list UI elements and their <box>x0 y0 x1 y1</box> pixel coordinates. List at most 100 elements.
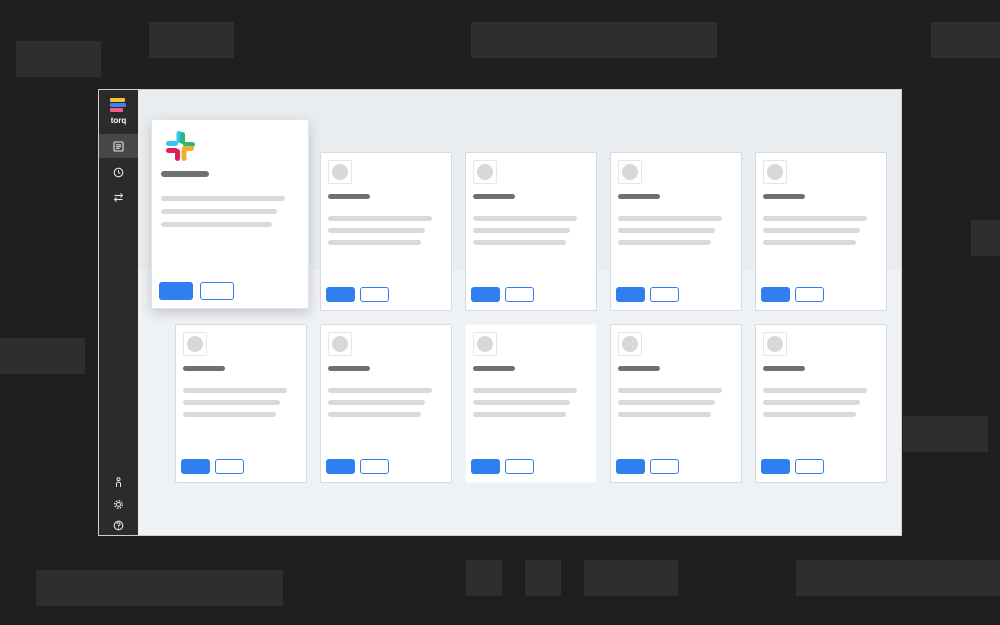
card-primary-button[interactable] <box>159 282 193 300</box>
card-text-placeholder <box>618 240 711 245</box>
sidebar-item-documents[interactable] <box>99 134 138 158</box>
card-text-placeholder <box>328 412 421 417</box>
card-secondary-button[interactable] <box>505 287 534 302</box>
gear-icon <box>114 499 123 509</box>
card-text-placeholder <box>183 412 276 417</box>
background-block <box>16 41 101 77</box>
card-icon-placeholder <box>763 332 787 356</box>
transfer-icon <box>113 192 124 202</box>
integration-card[interactable] <box>465 152 597 311</box>
card-title-placeholder <box>473 366 515 371</box>
card-text-placeholder <box>618 400 715 405</box>
card-primary-button[interactable] <box>471 459 500 474</box>
logo-bar <box>110 103 126 107</box>
card-secondary-button[interactable] <box>360 287 389 302</box>
card-text-placeholder <box>618 228 715 233</box>
slack-integration-card[interactable] <box>151 119 309 309</box>
sidebar-item-user[interactable] <box>99 470 138 494</box>
background-block <box>466 560 502 596</box>
background-block <box>584 560 678 596</box>
card-secondary-button[interactable] <box>215 459 244 474</box>
integration-card[interactable] <box>610 324 742 483</box>
card-text-placeholder <box>161 222 272 227</box>
integration-card[interactable] <box>755 324 887 483</box>
card-primary-button[interactable] <box>326 459 355 474</box>
card-text-placeholder <box>183 400 280 405</box>
card-icon-placeholder <box>473 332 497 356</box>
sidebar-item-history[interactable] <box>99 160 138 184</box>
integration-card[interactable] <box>320 324 452 483</box>
card-secondary-button[interactable] <box>650 459 679 474</box>
card-secondary-button[interactable] <box>795 287 824 302</box>
torq-logo[interactable]: torq <box>99 96 138 126</box>
card-primary-button[interactable] <box>761 459 790 474</box>
card-text-placeholder <box>328 228 425 233</box>
logo-wordmark: torq <box>110 116 127 125</box>
background-block <box>0 338 85 374</box>
card-text-placeholder <box>473 228 570 233</box>
integration-card[interactable] <box>610 152 742 311</box>
card-text-placeholder <box>161 196 285 201</box>
sidebar-item-help[interactable] <box>99 513 138 535</box>
card-icon-placeholder <box>328 332 352 356</box>
card-secondary-button[interactable] <box>360 459 389 474</box>
clock-icon <box>113 167 124 177</box>
card-secondary-button[interactable] <box>795 459 824 474</box>
card-title-placeholder <box>473 194 515 199</box>
card-icon-placeholder <box>473 160 497 184</box>
card-text-placeholder <box>328 216 432 221</box>
card-text-placeholder <box>473 412 566 417</box>
slack-logo-icon <box>166 131 195 161</box>
card-text-placeholder <box>161 209 277 214</box>
card-text-placeholder <box>618 388 722 393</box>
card-title-placeholder <box>618 194 660 199</box>
background-block <box>971 220 1000 256</box>
card-text-placeholder <box>328 400 425 405</box>
background-block <box>931 22 1000 58</box>
card-primary-button[interactable] <box>181 459 210 474</box>
card-primary-button[interactable] <box>471 287 500 302</box>
background-block <box>36 570 283 606</box>
card-text-placeholder <box>473 240 566 245</box>
logo-bar <box>110 98 125 102</box>
background-block <box>149 22 234 58</box>
help-icon <box>113 520 124 530</box>
card-title-placeholder <box>161 171 209 177</box>
card-text-placeholder <box>763 400 860 405</box>
card-text-placeholder <box>618 216 722 221</box>
card-text-placeholder <box>183 388 287 393</box>
card-icon-placeholder <box>618 332 642 356</box>
card-title-placeholder <box>183 366 225 371</box>
card-text-placeholder <box>473 216 577 221</box>
card-secondary-button[interactable] <box>650 287 679 302</box>
card-primary-button[interactable] <box>616 287 645 302</box>
card-primary-button[interactable] <box>326 287 355 302</box>
card-secondary-button[interactable] <box>200 282 234 300</box>
card-title-placeholder <box>328 366 370 371</box>
background-block <box>525 560 561 596</box>
integration-card[interactable] <box>755 152 887 311</box>
integration-card[interactable] <box>175 324 307 483</box>
sidebar-item-integrations[interactable] <box>99 185 138 209</box>
card-text-placeholder <box>763 228 860 233</box>
logo-bar <box>110 108 123 112</box>
card-primary-button[interactable] <box>761 287 790 302</box>
card-icon-placeholder <box>183 332 207 356</box>
card-title-placeholder <box>763 194 805 199</box>
integration-card[interactable] <box>320 152 452 311</box>
card-text-placeholder <box>763 240 856 245</box>
card-secondary-button[interactable] <box>505 459 534 474</box>
card-icon-placeholder <box>618 160 642 184</box>
card-text-placeholder <box>618 412 711 417</box>
integration-card[interactable] <box>465 324 597 483</box>
sidebar: torq <box>99 90 138 535</box>
person-icon <box>116 476 121 487</box>
card-title-placeholder <box>328 194 370 199</box>
background-block <box>471 22 717 58</box>
card-title-placeholder <box>763 366 805 371</box>
card-text-placeholder <box>328 388 432 393</box>
background-block <box>903 416 988 452</box>
card-text-placeholder <box>763 412 856 417</box>
card-primary-button[interactable] <box>616 459 645 474</box>
card-text-placeholder <box>473 400 570 405</box>
